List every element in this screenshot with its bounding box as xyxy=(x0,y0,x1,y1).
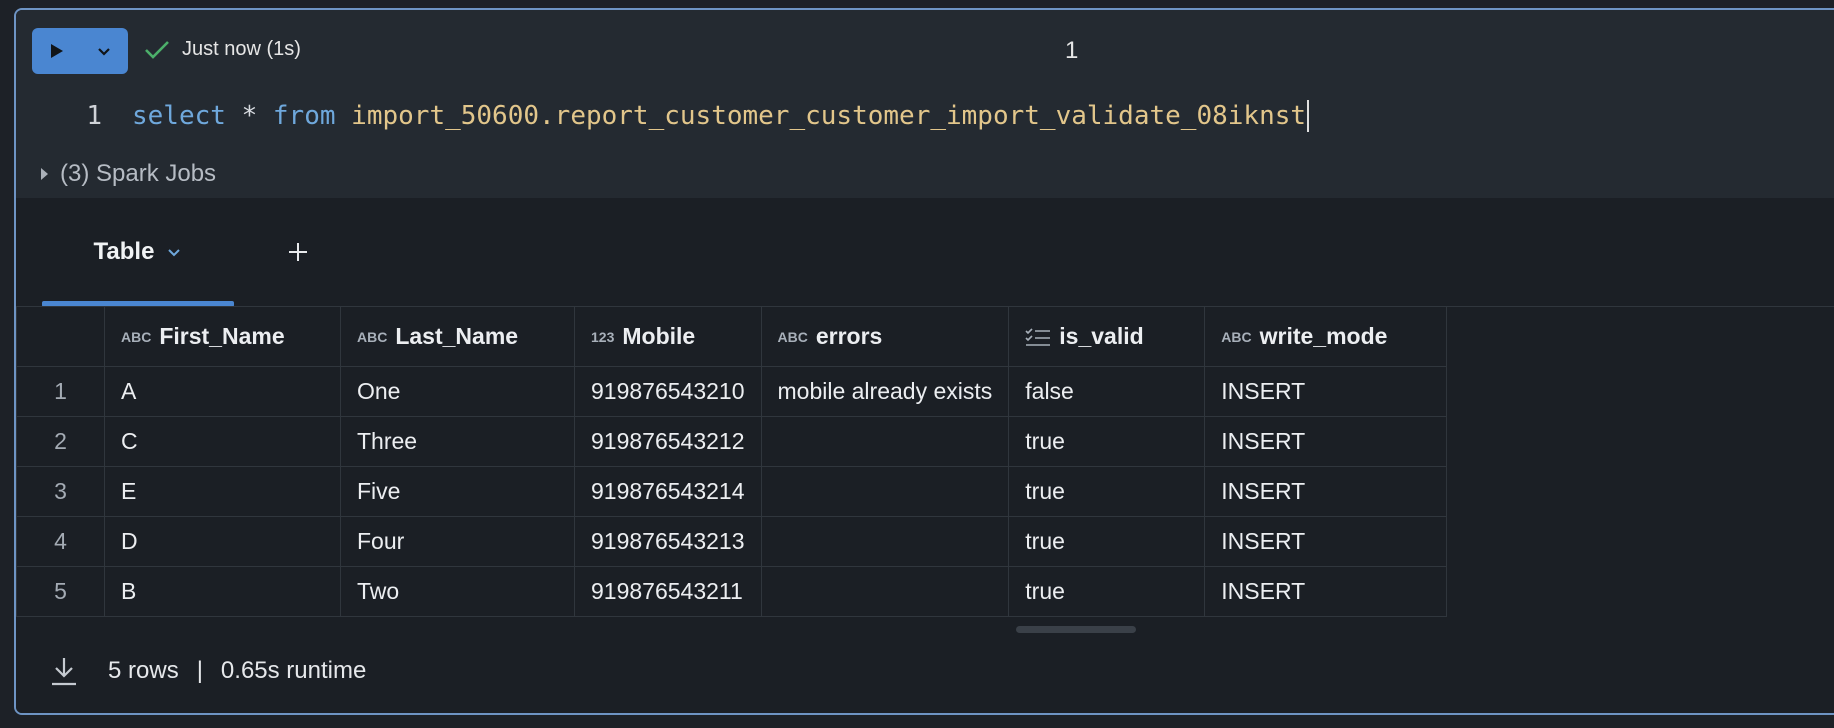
column-header-label: First_Name xyxy=(159,323,285,349)
column-header[interactable]: ABC First_Name xyxy=(104,306,341,367)
string-type-icon: ABC xyxy=(121,328,152,345)
results-summary: 5 rows | 0.65s runtime xyxy=(108,657,366,685)
run-status-text: Just now (1s) xyxy=(182,38,301,60)
add-visualization-button[interactable] xyxy=(278,232,318,272)
string-type-icon: ABC xyxy=(777,328,808,345)
row-number: 3 xyxy=(16,466,105,517)
table-cell[interactable]: 919876543210 xyxy=(574,366,762,417)
column-header-label: errors xyxy=(815,323,883,349)
table-row[interactable]: 3 E Five 919876543214 true INSERT xyxy=(16,466,1448,517)
star-operator: * xyxy=(241,101,258,131)
notebook-cell: Just now (1s) 1 1 select * from import_5… xyxy=(14,8,1834,715)
table-cell[interactable]: mobile already exists xyxy=(760,366,1010,417)
table-cell[interactable]: true xyxy=(1008,516,1206,567)
table-cell[interactable]: E xyxy=(104,466,341,517)
run-button[interactable] xyxy=(32,28,80,74)
table-cell[interactable] xyxy=(760,516,1010,567)
code-editor[interactable]: Just now (1s) 1 1 select * from import_5… xyxy=(16,10,1834,198)
table-cell[interactable]: 919876543211 xyxy=(574,566,762,617)
table-cell[interactable] xyxy=(760,466,1010,517)
row-number: 1 xyxy=(16,366,105,417)
cell-number: 1 xyxy=(1065,37,1079,64)
header-row: ABC First_Name ABC Last_Name 123 Mobile … xyxy=(16,306,1448,367)
table-row[interactable]: 1 A One 919876543210 mobile already exis… xyxy=(16,366,1448,417)
table-cell[interactable]: true xyxy=(1008,466,1206,517)
table-cell[interactable] xyxy=(760,416,1010,467)
table-cell[interactable] xyxy=(760,566,1010,617)
tab-table-label: Table xyxy=(93,238,155,265)
table-cell[interactable]: false xyxy=(1008,366,1206,417)
table-reference: import_50600.report_customer_customer_im… xyxy=(351,101,1307,131)
run-button-group xyxy=(32,28,128,74)
table-cell[interactable]: D xyxy=(104,516,341,567)
table-cell[interactable]: INSERT xyxy=(1204,516,1448,567)
spark-jobs-toggle[interactable]: (3) Spark Jobs xyxy=(40,160,216,188)
results-table: ABC First_Name ABC Last_Name 123 Mobile … xyxy=(16,306,1448,617)
column-header-label: write_mode xyxy=(1259,323,1388,349)
spark-jobs-label: (3) Spark Jobs xyxy=(60,160,217,187)
keyword-from: from xyxy=(272,101,336,131)
number-type-icon: 123 xyxy=(591,328,615,345)
run-status: Just now (1s) xyxy=(144,38,301,61)
column-header[interactable]: 123 Mobile xyxy=(574,306,762,367)
summary-separator: | xyxy=(196,657,203,684)
row-number: 5 xyxy=(16,566,105,617)
table-cell[interactable]: 919876543212 xyxy=(574,416,762,467)
results-footer: 5 rows | 0.65s runtime xyxy=(50,656,366,686)
table-cell[interactable]: INSERT xyxy=(1204,566,1448,617)
table-cell[interactable]: Four xyxy=(340,516,575,567)
plus-icon xyxy=(289,243,307,261)
checkmark-icon xyxy=(145,40,169,59)
column-header[interactable]: ABC errors xyxy=(760,306,1010,367)
download-icon[interactable] xyxy=(50,656,78,686)
chevron-down-icon[interactable] xyxy=(166,244,182,260)
table-row[interactable]: 2 C Three 919876543212 true INSERT xyxy=(16,416,1448,467)
horizontal-scrollbar[interactable] xyxy=(1016,626,1136,633)
runtime: 0.65s runtime xyxy=(220,657,367,684)
chevron-down-icon xyxy=(98,48,110,56)
string-type-icon: ABC xyxy=(1221,328,1252,345)
play-icon xyxy=(51,44,63,58)
table-cell[interactable]: A xyxy=(104,366,341,417)
string-type-icon: ABC xyxy=(357,328,388,345)
column-header-label: Mobile xyxy=(622,323,696,349)
table-cell[interactable]: Three xyxy=(340,416,575,467)
table-cell[interactable]: Five xyxy=(340,466,575,517)
column-header[interactable]: is_valid xyxy=(1008,306,1206,367)
table-cell[interactable]: C xyxy=(104,416,341,467)
column-header-label: Last_Name xyxy=(395,323,519,349)
table-cell[interactable]: INSERT xyxy=(1204,466,1448,517)
column-header[interactable]: ABC write_mode xyxy=(1204,306,1448,367)
table-cell[interactable]: Two xyxy=(340,566,575,617)
row-count: 5 rows xyxy=(108,657,179,684)
row-number: 2 xyxy=(16,416,105,467)
table-cell[interactable]: 919876543213 xyxy=(574,516,762,567)
line-number: 1 xyxy=(86,101,102,131)
results-tab-bar: Table xyxy=(16,198,1834,307)
caret-right-icon xyxy=(41,168,48,180)
table-row[interactable]: 5 B Two 919876543211 true INSERT xyxy=(16,566,1448,617)
table-cell[interactable]: One xyxy=(340,366,575,417)
column-header-label: is_valid xyxy=(1059,323,1144,349)
boolean-type-icon xyxy=(1025,327,1051,346)
table-row[interactable]: 4 D Four 919876543213 true INSERT xyxy=(16,516,1448,567)
table-cell[interactable]: B xyxy=(104,566,341,617)
run-options-dropdown[interactable] xyxy=(80,28,128,74)
keyword-select: select xyxy=(132,101,226,131)
text-cursor xyxy=(1307,100,1310,132)
table-cell[interactable]: INSERT xyxy=(1204,416,1448,467)
row-number: 4 xyxy=(16,516,105,567)
row-number-header xyxy=(16,306,105,367)
tab-table[interactable]: Table xyxy=(42,198,234,307)
results-panel: Table ABC First_Name ABC Last_Name 123 M… xyxy=(16,198,1834,713)
code-line[interactable]: 1 select * from import_50600.report_cust… xyxy=(16,96,1310,136)
table-cell[interactable]: INSERT xyxy=(1204,366,1448,417)
table-cell[interactable]: true xyxy=(1008,416,1206,467)
table-cell[interactable]: true xyxy=(1008,566,1206,617)
column-header[interactable]: ABC Last_Name xyxy=(340,306,575,367)
table-cell[interactable]: 919876543214 xyxy=(574,466,762,517)
